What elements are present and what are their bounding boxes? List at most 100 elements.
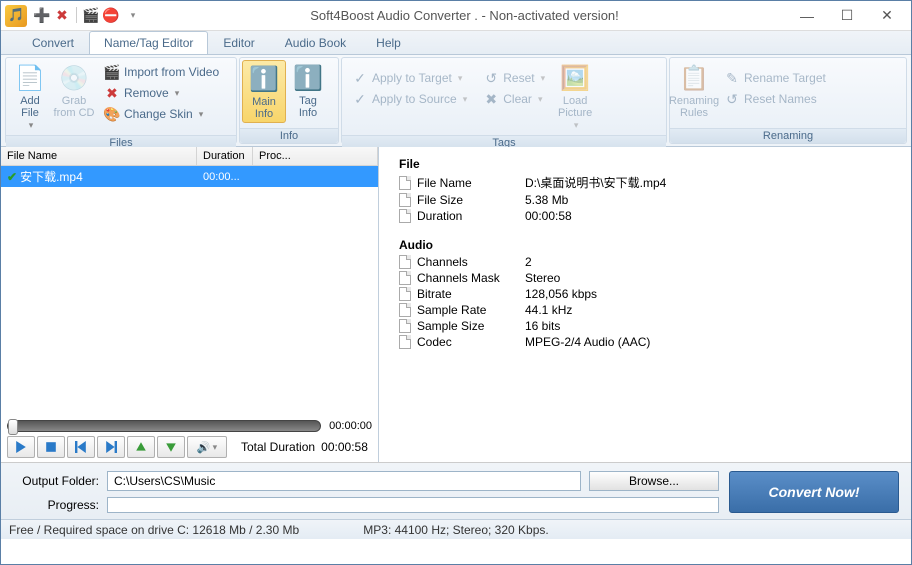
remove-icon: ✖ bbox=[104, 85, 120, 101]
page-icon bbox=[399, 319, 413, 333]
chevron-down-icon: ▾ bbox=[199, 109, 204, 120]
file-list: File Name Duration Proc... ✔安下载.mp4 00:0… bbox=[1, 147, 378, 416]
status-bar: Free / Required space on drive C: 12618 … bbox=[1, 519, 911, 539]
list-item[interactable]: ✔安下载.mp4 00:00... bbox=[1, 166, 378, 187]
qat-separator bbox=[76, 7, 77, 23]
grab-cd-button: 💿 Grab from CD bbox=[52, 60, 96, 121]
ribbon-tabs: Convert Name/Tag Editor Editor Audio Boo… bbox=[1, 31, 911, 55]
rename-target-button: ✎Rename Target bbox=[718, 68, 832, 88]
chevron-down-icon: ▾ bbox=[175, 88, 180, 99]
qat-remove-icon[interactable]: ✖ bbox=[53, 7, 71, 25]
info-row: CodecMPEG-2/4 Audio (AAC) bbox=[399, 334, 903, 350]
renaming-rules-button: 📋 Renaming Rules bbox=[672, 60, 716, 121]
page-icon bbox=[399, 255, 413, 269]
group-label: Info bbox=[240, 128, 338, 143]
file-list-body[interactable]: ✔安下载.mp4 00:00... bbox=[1, 166, 378, 416]
group-tags: ✓Apply to Target▾ ✓Apply to Source▾ ↺Res… bbox=[341, 57, 667, 144]
playback-panel: 00:00:00 🔊▾ Total Duration 00:00:58 bbox=[1, 416, 378, 462]
minimize-button[interactable]: — bbox=[787, 3, 827, 29]
col-proc[interactable]: Proc... bbox=[253, 147, 378, 165]
add-file-button[interactable]: 📄 Add File ▾ bbox=[8, 60, 52, 133]
info-row: Channels MaskStereo bbox=[399, 270, 903, 286]
app-icon bbox=[5, 5, 27, 27]
col-filename[interactable]: File Name bbox=[1, 147, 197, 165]
browse-button[interactable]: Browse... bbox=[589, 471, 719, 491]
reset-icon: ↺ bbox=[724, 91, 740, 107]
remove-button[interactable]: ✖Remove▾ bbox=[98, 83, 225, 103]
seek-thumb[interactable] bbox=[8, 419, 18, 435]
page-icon bbox=[399, 193, 413, 207]
tab-help[interactable]: Help bbox=[361, 31, 416, 54]
qat-import-icon[interactable]: 🎬 bbox=[82, 7, 100, 25]
info-row: Duration00:00:58 bbox=[399, 208, 903, 224]
prev-button[interactable] bbox=[67, 436, 95, 458]
convert-now-button[interactable]: Convert Now! bbox=[729, 471, 899, 513]
check-icon: ✔ bbox=[7, 170, 17, 184]
apply-target-button: ✓Apply to Target▾ bbox=[346, 68, 473, 88]
reset-icon: ↺ bbox=[483, 70, 499, 86]
file-list-pane: File Name Duration Proc... ✔安下载.mp4 00:0… bbox=[1, 147, 379, 462]
add-file-icon: 📄 bbox=[14, 62, 46, 94]
section-file: File bbox=[399, 155, 903, 173]
change-skin-button[interactable]: 🎨Change Skin▾ bbox=[98, 104, 225, 124]
ribbon: 📄 Add File ▾ 💿 Grab from CD 🎬Import from… bbox=[1, 55, 911, 147]
window-title: Soft4Boost Audio Converter . - Non-activ… bbox=[142, 8, 787, 23]
main-info-button[interactable]: ℹ️ Main Info bbox=[242, 60, 286, 123]
volume-button[interactable]: 🔊▾ bbox=[187, 436, 227, 458]
cd-icon: 💿 bbox=[58, 62, 90, 94]
reset-button: ↺Reset▾ bbox=[477, 68, 551, 88]
clapper-icon: 🎬 bbox=[104, 64, 120, 80]
page-icon bbox=[399, 303, 413, 317]
output-folder-input[interactable] bbox=[107, 471, 581, 491]
total-duration-label: Total Duration 00:00:58 bbox=[241, 440, 368, 454]
load-picture-button: 🖼️ Load Picture ▾ bbox=[553, 60, 597, 133]
move-down-button[interactable] bbox=[157, 436, 185, 458]
info-row: Sample Size16 bits bbox=[399, 318, 903, 334]
qat-add-icon[interactable]: ➕ bbox=[33, 7, 51, 25]
info-row: Sample Rate44.1 kHz bbox=[399, 302, 903, 318]
import-video-button[interactable]: 🎬Import from Video bbox=[98, 62, 225, 82]
seek-slider[interactable] bbox=[7, 420, 321, 432]
info-row: Channels2 bbox=[399, 254, 903, 270]
info-icon: ℹ️ bbox=[248, 63, 280, 95]
reset-names-button: ↺Reset Names bbox=[718, 89, 832, 109]
page-icon bbox=[399, 209, 413, 223]
tab-name-tag-editor[interactable]: Name/Tag Editor bbox=[89, 31, 208, 54]
info-row: File NameD:\桌面说明书\安下载.mp4 bbox=[399, 173, 903, 192]
qat-dropdown-icon[interactable]: ▾ bbox=[124, 7, 142, 25]
group-files: 📄 Add File ▾ 💿 Grab from CD 🎬Import from… bbox=[5, 57, 237, 144]
page-icon bbox=[399, 271, 413, 285]
tab-editor[interactable]: Editor bbox=[208, 31, 269, 54]
check-icon: ✓ bbox=[352, 91, 368, 107]
maximize-button[interactable]: ☐ bbox=[827, 3, 867, 29]
tab-convert[interactable]: Convert bbox=[17, 31, 89, 54]
chevron-down-icon: ▾ bbox=[29, 120, 34, 131]
section-audio: Audio bbox=[399, 236, 903, 254]
page-icon bbox=[399, 335, 413, 349]
info-row: Bitrate128,056 kbps bbox=[399, 286, 903, 302]
apply-source-button: ✓Apply to Source▾ bbox=[346, 89, 473, 109]
clear-button: ✖Clear▾ bbox=[477, 89, 551, 109]
col-duration[interactable]: Duration bbox=[197, 147, 253, 165]
next-button[interactable] bbox=[97, 436, 125, 458]
palette-icon: 🎨 bbox=[104, 106, 120, 122]
file-list-header: File Name Duration Proc... bbox=[1, 147, 378, 166]
move-up-button[interactable] bbox=[127, 436, 155, 458]
position-time: 00:00:00 bbox=[329, 420, 372, 432]
tab-audio-book[interactable]: Audio Book bbox=[270, 31, 361, 54]
page-icon bbox=[399, 176, 413, 190]
qat-stop-icon[interactable]: ⛔ bbox=[102, 7, 120, 25]
rename-icon: ✎ bbox=[724, 70, 740, 86]
quick-access-toolbar: ➕ ✖ 🎬 ⛔ ▾ bbox=[33, 7, 142, 25]
stop-button[interactable] bbox=[37, 436, 65, 458]
tag-info-button[interactable]: ℹ️ Tag Info bbox=[286, 60, 330, 121]
work-area: File Name Duration Proc... ✔安下载.mp4 00:0… bbox=[1, 147, 911, 463]
info-pane: File File NameD:\桌面说明书\安下载.mp4 File Size… bbox=[379, 147, 911, 462]
group-label: Renaming bbox=[670, 128, 906, 143]
group-renaming: 📋 Renaming Rules ✎Rename Target ↺Reset N… bbox=[669, 57, 907, 144]
status-format: MP3: 44100 Hz; Stereo; 320 Kbps. bbox=[363, 523, 548, 537]
info-icon: ℹ️ bbox=[292, 62, 324, 94]
play-button[interactable] bbox=[7, 436, 35, 458]
status-disk: Free / Required space on drive C: 12618 … bbox=[9, 523, 299, 537]
close-button[interactable]: ✕ bbox=[867, 3, 907, 29]
